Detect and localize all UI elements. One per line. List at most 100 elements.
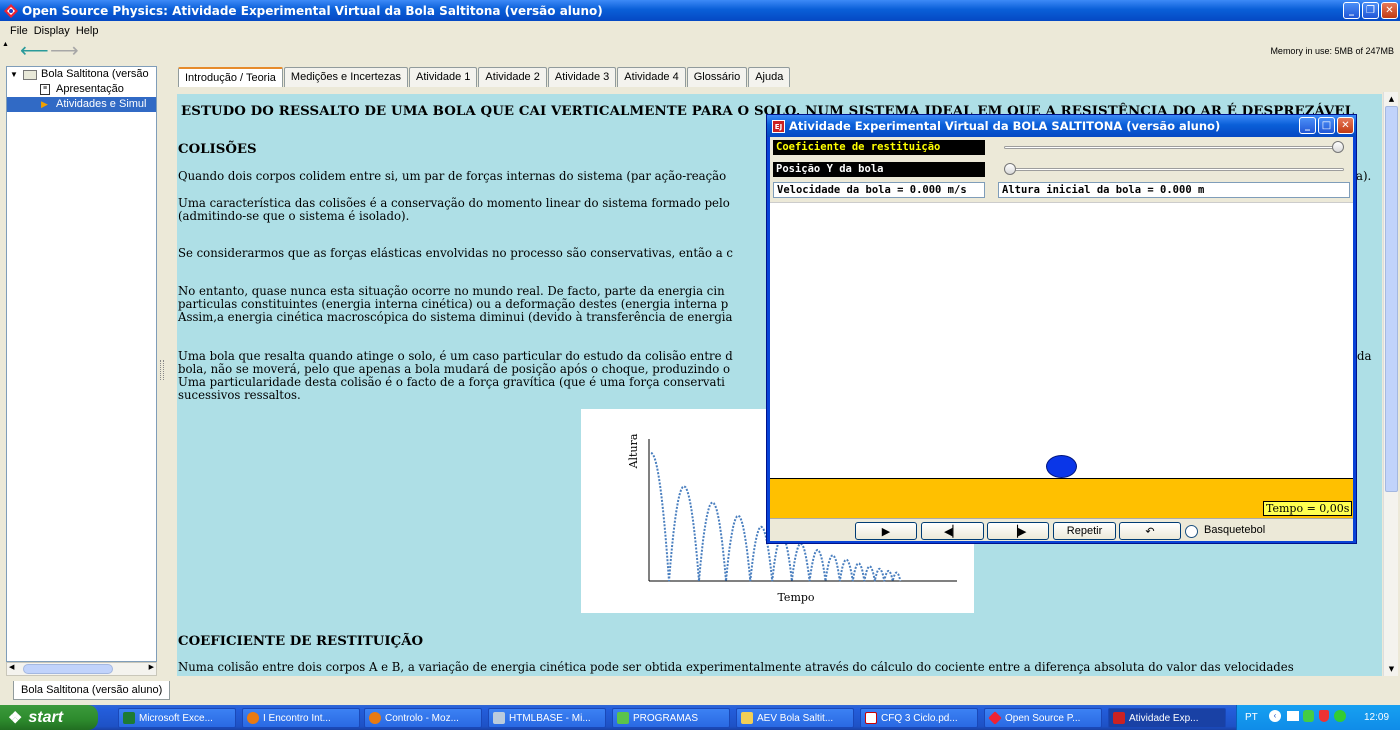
tree-item-apresentacao[interactable]: ≡ Apresentação xyxy=(7,82,156,97)
window-title: Open Source Physics: Atividade Experimen… xyxy=(22,3,603,18)
coefficient-label: Coeficiente de restituição xyxy=(773,140,985,155)
ejs-app-icon xyxy=(1113,712,1125,724)
section-heading-colisoes: COLISÕES xyxy=(178,142,257,157)
play-arrow-icon: ▶ xyxy=(41,99,48,109)
minimize-button[interactable]: _ xyxy=(1299,117,1316,134)
tab-introducao[interactable]: Introdução / Teoria xyxy=(178,67,283,87)
simulation-window: EJ Atividade Experimental Virtual da BOL… xyxy=(766,114,1357,544)
task-excel[interactable]: Microsoft Exce... xyxy=(118,708,236,728)
menu-help[interactable]: Help xyxy=(76,25,99,37)
tab-atividade-4[interactable]: Atividade 4 xyxy=(617,67,686,87)
height-readout: Altura inicial da bola = 0.000 m xyxy=(998,182,1350,198)
bottom-tab[interactable]: Bola Saltitona (versão aluno) xyxy=(13,681,171,700)
ball[interactable] xyxy=(1046,455,1077,478)
arrow-right-icon[interactable]: ⟶ xyxy=(50,41,79,61)
minimize-button[interactable]: _ xyxy=(1343,2,1360,19)
scroll-up-icon[interactable]: ▲ xyxy=(1384,92,1399,106)
menu-display[interactable]: Display xyxy=(34,25,70,37)
simulation-title-bar: EJ Atividade Experimental Virtual da BOL… xyxy=(767,115,1356,137)
update-icon[interactable] xyxy=(1334,710,1346,722)
task-atividade[interactable]: Atividade Exp... xyxy=(1108,708,1226,728)
tab-atividade-3[interactable]: Atividade 3 xyxy=(547,67,617,87)
paragraph-fragment: da xyxy=(1357,349,1372,363)
clock: 12:09 xyxy=(1364,712,1390,723)
paragraph: Se considerarmos que as forças elásticas… xyxy=(178,246,733,260)
start-label: start xyxy=(28,708,64,726)
step-forward-button[interactable]: ▕▶ xyxy=(987,522,1049,540)
task-encontro[interactable]: I Encontro Int... xyxy=(242,708,360,728)
tree-root[interactable]: ▼ Bola Saltitona (versão xyxy=(7,67,156,82)
scroll-down-icon[interactable]: ▼ xyxy=(1384,662,1399,676)
repeat-button[interactable]: Repetir xyxy=(1053,522,1116,540)
basketball-radio[interactable] xyxy=(1185,525,1198,538)
close-button[interactable]: ✕ xyxy=(1337,117,1354,134)
scroll-thumb[interactable] xyxy=(1385,106,1398,492)
language-indicator[interactable]: PT xyxy=(1245,712,1258,723)
tree-item-atividades[interactable]: ▶ Atividades e Simul xyxy=(7,97,156,112)
firefox-icon xyxy=(369,712,381,724)
scroll-right-icon[interactable]: ▶ xyxy=(149,663,154,671)
restore-button[interactable]: ❐ xyxy=(1362,2,1379,19)
tab-atividade-1[interactable]: Atividade 1 xyxy=(408,67,478,87)
menu-file[interactable]: File xyxy=(10,25,28,37)
content-vertical-scrollbar[interactable]: ▲ ▼ xyxy=(1383,92,1398,676)
task-htmlbase[interactable]: HTMLBASE - Mi... xyxy=(488,708,606,728)
toolbar: ▲ ⟵ ⟶ Memory in use: 5MB of 247MB xyxy=(0,40,1400,62)
section-heading-coeficiente: COEFICIENTE DE RESTITUIÇÃO xyxy=(178,634,424,649)
scroll-left-icon[interactable]: ◀ xyxy=(9,663,14,671)
graph-x-label: Tempo xyxy=(777,591,814,604)
paragraph: Quando dois corpos colidem entre si, um … xyxy=(178,169,727,183)
task-aev-bola[interactable]: AEV Bola Saltit... xyxy=(736,708,854,728)
play-button[interactable]: ▶ xyxy=(855,522,917,540)
tree-item-label: Atividades e Simul xyxy=(56,98,147,110)
navigation-tree: ▼ Bola Saltitona (versão ≡ Apresentação … xyxy=(6,66,157,662)
simulation-canvas: Tempo = 0,00s xyxy=(770,202,1353,518)
collapse-icon[interactable]: ▼ xyxy=(10,67,18,82)
tree-root-label: Bola Saltitona (versão xyxy=(41,68,149,80)
network-icon[interactable] xyxy=(1303,710,1314,722)
tab-ajuda[interactable]: Ajuda xyxy=(748,67,791,87)
menu-bar: File Display Help xyxy=(0,21,1400,40)
maximize-button[interactable]: □ xyxy=(1318,117,1335,134)
reset-button[interactable]: ↶ xyxy=(1119,522,1181,540)
document-icon xyxy=(493,712,505,724)
graph-y-label: Altura xyxy=(627,433,640,469)
task-open-source[interactable]: Open Source P... xyxy=(984,708,1102,728)
tray-expand-icon[interactable]: ‹ xyxy=(1269,710,1281,722)
basketball-radio-label: Basquetebol xyxy=(1204,524,1266,536)
shield-icon[interactable] xyxy=(1319,710,1329,722)
split-pane-divider[interactable] xyxy=(160,360,164,380)
step-back-icon: ◀▏ xyxy=(944,525,961,538)
ejs-app-icon: EJ xyxy=(772,119,785,133)
scroll-thumb[interactable] xyxy=(23,664,113,674)
osp-app-icon xyxy=(988,711,1002,725)
document-icon: ≡ xyxy=(40,84,50,95)
tab-medicoes[interactable]: Medições e Incertezas xyxy=(283,67,408,87)
position-y-slider[interactable] xyxy=(998,161,1350,178)
task-programas[interactable]: PROGRAMAS xyxy=(612,708,730,728)
windows-logo-icon: ❖ xyxy=(8,709,23,727)
mail-icon[interactable] xyxy=(1287,711,1299,721)
step-back-button[interactable]: ◀▏ xyxy=(921,522,984,540)
task-cfq-pdf[interactable]: CFQ 3 Ciclo.pd... xyxy=(860,708,978,728)
paragraph: sucessivos ressaltos. xyxy=(178,388,301,402)
position-y-label: Posição Y da bola xyxy=(773,162,985,177)
coefficient-slider[interactable] xyxy=(998,139,1350,156)
slider-knob[interactable] xyxy=(1332,141,1344,153)
play-icon: ▶ xyxy=(881,525,891,538)
folder-icon xyxy=(23,70,37,80)
task-controlo[interactable]: Controlo - Moz... xyxy=(364,708,482,728)
slider-knob[interactable] xyxy=(1004,163,1016,175)
start-button[interactable]: ❖ start xyxy=(0,705,98,730)
paragraph: Numa colisão entre dois corpos A e B, a … xyxy=(178,660,1294,674)
tab-glossario[interactable]: Glossário xyxy=(686,67,748,87)
system-tray: PT ‹ 12:09 xyxy=(1236,705,1400,730)
osp-app-icon xyxy=(4,3,18,18)
taskbar: ❖ start Microsoft Exce... I Encontro Int… xyxy=(0,705,1400,730)
toolbar-grip-icon[interactable]: ▲ xyxy=(2,41,9,48)
tree-horizontal-scrollbar[interactable]: ◀ ▶ xyxy=(6,662,157,676)
arrow-left-icon[interactable]: ⟵ xyxy=(20,41,49,61)
memory-status: Memory in use: 5MB of 247MB xyxy=(1270,46,1394,56)
close-button[interactable]: ✕ xyxy=(1381,2,1398,19)
tab-atividade-2[interactable]: Atividade 2 xyxy=(478,67,547,87)
